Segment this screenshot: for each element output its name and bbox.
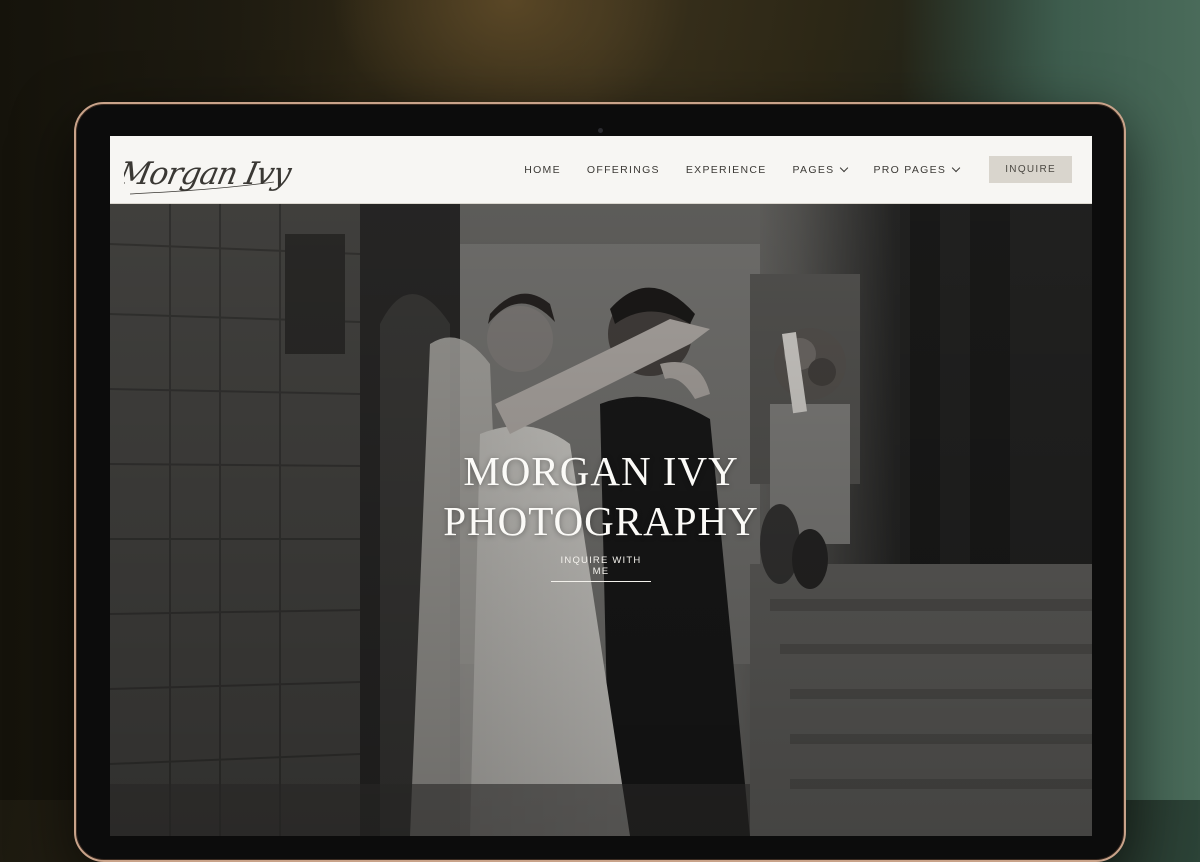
webcam <box>598 128 603 133</box>
logo-signature-icon: Morgan Ivy <box>114 156 296 195</box>
laptop-frame: Morgan Ivy HOME OFFERINGS EXPERIENCE PAG… <box>74 102 1126 862</box>
nav-experience[interactable]: EXPERIENCE <box>686 164 767 176</box>
chevron-down-icon <box>951 163 961 173</box>
main-nav: HOME OFFERINGS EXPERIENCE PAGES PRO PAGE… <box>498 136 1072 203</box>
nav-experience-label: EXPERIENCE <box>685 163 767 176</box>
inquire-button[interactable]: INQUIRE <box>989 156 1072 183</box>
hero-section: MORGAN IVY PHOTOGRAPHY INQUIRE WITH ME <box>110 204 1092 836</box>
laptop-screen: Morgan Ivy HOME OFFERINGS EXPERIENCE PAG… <box>110 136 1092 836</box>
svg-text:Morgan Ivy: Morgan Ivy <box>124 156 294 192</box>
inquire-with-me-link[interactable]: INQUIRE WITH ME <box>551 555 651 582</box>
hero-title: MORGAN IVY PHOTOGRAPHY <box>110 446 1092 546</box>
nav-pages[interactable]: PAGES <box>792 163 849 176</box>
nav-pro-pages[interactable]: PRO PAGES <box>873 163 961 176</box>
nav-offerings[interactable]: OFFERINGS <box>587 164 660 176</box>
site-header: Morgan Ivy HOME OFFERINGS EXPERIENCE PAG… <box>110 136 1092 204</box>
nav-home-label: HOME <box>524 163 561 176</box>
site-logo[interactable]: Morgan Ivy <box>114 142 296 198</box>
nav-home[interactable]: HOME <box>524 164 561 176</box>
chevron-down-icon <box>840 163 849 173</box>
nav-pages-label: PAGES <box>792 163 835 176</box>
nav-pro-pages-label: PRO PAGES <box>873 163 947 176</box>
hero-title-line1: MORGAN IVY <box>463 448 739 494</box>
nav-offerings-label: OFFERINGS <box>586 163 660 176</box>
hero-title-line2: PHOTOGRAPHY <box>443 498 759 544</box>
